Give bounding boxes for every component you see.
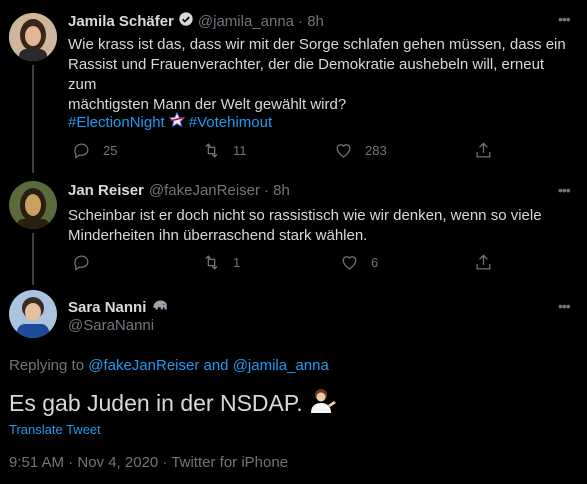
comment-icon [74, 143, 89, 159]
hashtag-votehimout[interactable]: #Votehimout [189, 113, 272, 133]
retweet-icon [205, 255, 218, 270]
replying-to-and: and [203, 357, 229, 374]
share-icon [476, 254, 491, 270]
main-tweet-author-name[interactable]: Sara Nanni [68, 299, 146, 316]
replying-to-prefix: Replying to [9, 357, 85, 374]
verified-icon [178, 11, 194, 32]
tweet2-like-button[interactable]: 6 [340, 253, 378, 272]
translate-tweet-link[interactable]: Translate Tweet [9, 422, 101, 437]
replying-to-user-fakejanreiser[interactable]: @fakeJanReiser [88, 357, 199, 374]
tweet2-header: Jan Reiser @fakeJanReiser · 8h [68, 182, 290, 199]
tweet1-like-button[interactable]: 283 [334, 141, 387, 160]
main-tweet-name-row: Sara Nanni [68, 297, 169, 318]
main-tweet-handle[interactable]: @SaraNanni [68, 317, 154, 334]
avatar-sara-image [9, 290, 57, 338]
tweet1-time[interactable]: · 8h [298, 13, 324, 30]
main-tweet-text-row: Es gab Juden in der NSDAP. [9, 387, 338, 419]
avatar-jan-image [9, 181, 57, 229]
tweet1-hashtags: #ElectionNight #Votehimout [68, 111, 272, 135]
tipping-hand-emoji-icon [308, 387, 338, 419]
like-icon [342, 256, 357, 270]
comment-icon [74, 255, 89, 271]
tweet2-share-button[interactable] [474, 253, 505, 272]
elephant-emoji-icon [151, 297, 169, 318]
tweet1-share-button[interactable] [474, 141, 505, 160]
tweet2-retweet-count: 1 [233, 255, 241, 270]
tweet2-text: Scheinbar ist er doch nicht so rassistis… [68, 206, 568, 246]
tweet2-text-line1: Scheinbar ist er doch nicht so rassistis… [68, 207, 542, 224]
tweet1-like-count: 283 [365, 143, 387, 158]
avatar-jan[interactable] [9, 181, 57, 229]
tweet1-retweet-button[interactable]: 11 [202, 141, 247, 160]
tweet2-more-icon[interactable]: ••• [558, 182, 571, 198]
tweet2-text-line2: Minderheiten ihn überraschend stark wähl… [68, 227, 368, 244]
share-icon [476, 142, 491, 158]
replying-to: Replying to @fakeJanReiser and @jamila_a… [9, 357, 329, 374]
tweet1-handle[interactable]: @jamila_anna [198, 13, 294, 30]
main-tweet-text: Es gab Juden in der NSDAP. [9, 389, 303, 416]
tweet2-author-name[interactable]: Jan Reiser [68, 182, 144, 199]
tweet1-text-line2: Rassist und Frauenverachter, der die Dem… [68, 56, 545, 93]
main-tweet-meta[interactable]: 9:51 AM · Nov 4, 2020 · Twitter for iPho… [9, 454, 288, 471]
tweet1-text: Wie krass ist das, dass wir mit der Sorg… [68, 35, 568, 115]
thread-line-2 [32, 233, 34, 285]
hashtag-electionnight[interactable]: #ElectionNight [68, 113, 165, 133]
tweet1-author-name[interactable]: Jamila Schäfer [68, 13, 174, 30]
retweet-icon [205, 143, 218, 158]
tweet1-text-line1: Wie krass ist das, dass wir mit der Sorg… [68, 36, 566, 53]
tweet1-header: Jamila Schäfer @jamila_anna · 8h [68, 11, 324, 32]
election-star-icon [168, 111, 186, 135]
tweet2-time[interactable]: · 8h [264, 182, 290, 199]
tweet1-reply-button[interactable]: 25 [72, 141, 117, 160]
tweet1-more-icon[interactable]: ••• [558, 11, 571, 27]
tweet2-reply-button[interactable] [72, 253, 103, 272]
avatar-jamila[interactable] [9, 13, 57, 61]
tweet2-like-count: 6 [371, 255, 379, 270]
main-tweet-more-icon[interactable]: ••• [558, 298, 571, 314]
avatar-sara[interactable] [9, 290, 57, 338]
thread-line-1 [32, 65, 34, 173]
tweet2-retweet-button[interactable]: 1 [202, 253, 240, 272]
tweet1-reply-count: 25 [103, 143, 118, 158]
tweet2-handle[interactable]: @fakeJanReiser [149, 182, 260, 199]
like-icon [336, 144, 351, 158]
avatar-jamila-image [9, 13, 57, 61]
replying-to-user-jamila[interactable]: @jamila_anna [233, 357, 329, 374]
tweet1-retweet-count: 11 [233, 143, 247, 158]
